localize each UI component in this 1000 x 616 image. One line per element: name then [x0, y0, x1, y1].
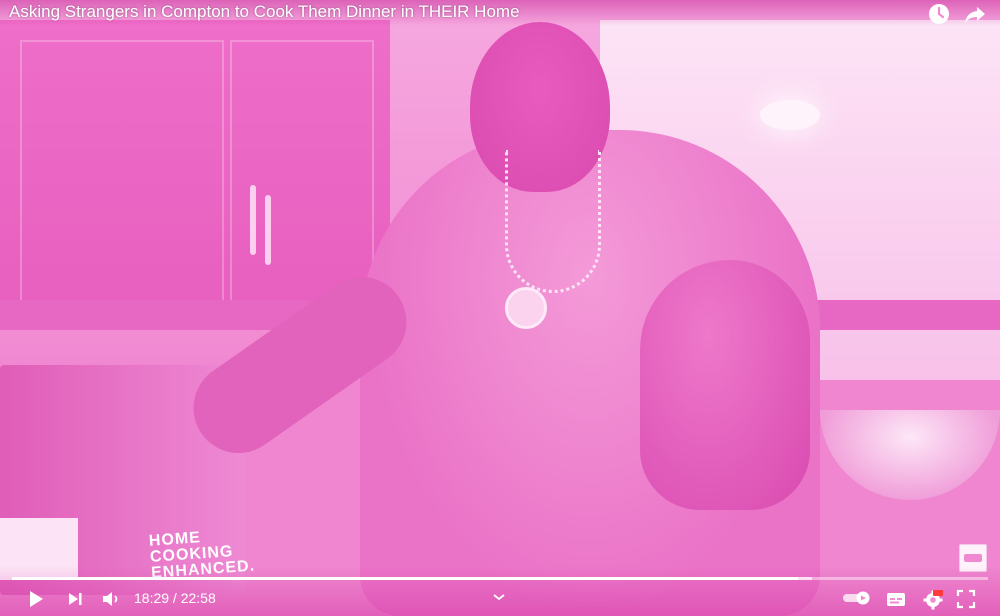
- fullscreen-icon[interactable]: [955, 588, 977, 610]
- cabinet-handle: [265, 195, 271, 265]
- ceiling-light: [760, 100, 820, 130]
- kitchen-cabinets: [0, 20, 390, 310]
- autoplay-toggle[interactable]: [843, 591, 873, 605]
- cabinet-handle: [250, 185, 256, 255]
- necklace-medallion: [505, 287, 547, 329]
- volume-icon[interactable]: [100, 588, 122, 610]
- duration: 22:58: [180, 590, 216, 606]
- chevron-up-icon[interactable]: [491, 590, 507, 602]
- current-time: 18:29: [134, 590, 170, 606]
- subtitles-icon[interactable]: [885, 588, 907, 610]
- video-title[interactable]: Asking Strangers in Compton to Cook Them…: [9, 2, 520, 22]
- clock-icon[interactable]: [927, 2, 951, 26]
- share-icon[interactable]: [963, 2, 987, 26]
- hd-badge-icon: [933, 590, 943, 596]
- progress-bar[interactable]: [12, 577, 988, 580]
- progress-played: [12, 577, 798, 580]
- next-icon[interactable]: [65, 588, 87, 610]
- chain-necklace: [505, 150, 601, 293]
- play-icon[interactable]: [25, 588, 47, 610]
- video-frame[interactable]: HOME COOKING ENHANCED. Asking Strangers …: [0, 0, 1000, 616]
- time-display: 18:29 / 22:58: [134, 590, 216, 606]
- time-separator: /: [169, 590, 181, 606]
- cabinet-door: [20, 40, 224, 304]
- chef-right-arm: [640, 260, 810, 510]
- cabinet-door: [230, 40, 374, 304]
